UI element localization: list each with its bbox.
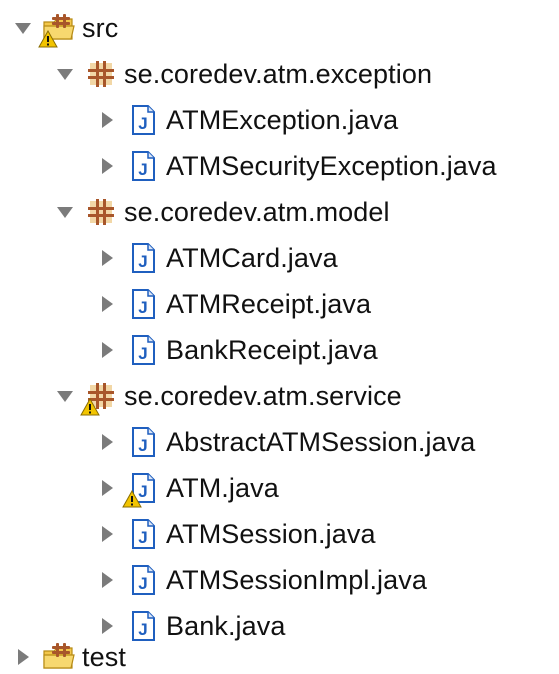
svg-text:J: J xyxy=(138,528,147,547)
svg-text:J: J xyxy=(138,114,147,133)
tree-node-label: AbstractATMSession.java xyxy=(166,427,476,457)
java-file-icon: J xyxy=(126,425,160,459)
tree-node-src[interactable]: src xyxy=(0,5,118,51)
tree-node-file[interactable]: J AbstractATMSession.java xyxy=(0,419,475,465)
svg-text:J: J xyxy=(138,574,147,593)
java-file-icon: J xyxy=(126,287,160,321)
tree-node-label: src xyxy=(82,13,119,43)
tree-node-label: ATMSessionImpl.java xyxy=(166,565,427,595)
package-explorer-tree: src se.coredev.atm.exception J ATMExcept… xyxy=(0,0,559,674)
java-file-icon: J xyxy=(126,149,160,183)
tree-node-file[interactable]: J ATMSession.java xyxy=(0,511,376,557)
expand-arrow-icon[interactable] xyxy=(54,63,76,85)
tree-node-label: ATMException.java xyxy=(166,105,399,135)
java-file-icon: J xyxy=(126,103,160,137)
tree-node-file[interactable]: J ATMException.java xyxy=(0,97,398,143)
collapse-arrow-icon[interactable] xyxy=(96,155,118,177)
collapse-arrow-icon[interactable] xyxy=(96,431,118,453)
svg-text:J: J xyxy=(138,620,147,639)
tree-node-label: se.coredev.atm.model xyxy=(124,197,390,227)
tree-node-package-exception[interactable]: se.coredev.atm.exception xyxy=(0,51,432,97)
collapse-arrow-icon[interactable] xyxy=(96,109,118,131)
tree-node-file[interactable]: J ATM.java xyxy=(0,465,279,511)
java-file-icon: J xyxy=(126,333,160,367)
tree-node-label: se.coredev.atm.service xyxy=(124,381,402,411)
tree-node-label: ATMCard.java xyxy=(166,243,338,273)
svg-text:J: J xyxy=(138,344,147,363)
java-file-icon: J xyxy=(126,563,160,597)
expand-arrow-icon[interactable] xyxy=(54,201,76,223)
svg-text:J: J xyxy=(138,160,147,179)
tree-node-file[interactable]: J ATMSecurityException.java xyxy=(0,143,497,189)
source-folder-icon xyxy=(42,640,76,674)
tree-node-label: test xyxy=(82,642,126,672)
warning-icon xyxy=(80,398,100,416)
tree-node-file[interactable]: J ATMSessionImpl.java xyxy=(0,557,427,603)
warning-icon xyxy=(122,490,142,508)
svg-text:J: J xyxy=(138,252,147,271)
tree-node-label: ATMSession.java xyxy=(166,519,376,549)
java-file-icon: J xyxy=(126,609,160,643)
collapse-arrow-icon[interactable] xyxy=(96,615,118,637)
java-file-icon: J xyxy=(122,471,160,508)
warning-icon xyxy=(38,30,58,48)
collapse-arrow-icon[interactable] xyxy=(96,477,118,499)
tree-node-label: Bank.java xyxy=(166,611,286,641)
package-icon xyxy=(84,57,118,91)
tree-node-label: se.coredev.atm.exception xyxy=(124,59,433,89)
java-file-icon: J xyxy=(126,241,160,275)
java-file-icon: J xyxy=(126,517,160,551)
collapse-arrow-icon[interactable] xyxy=(96,293,118,315)
tree-node-file[interactable]: J ATMReceipt.java xyxy=(0,281,371,327)
tree-node-test[interactable]: test xyxy=(0,640,126,674)
svg-text:J: J xyxy=(138,436,147,455)
tree-node-label: ATMSecurityException.java xyxy=(166,151,497,181)
expand-arrow-icon[interactable] xyxy=(54,385,76,407)
tree-node-package-service[interactable]: se.coredev.atm.service xyxy=(0,373,402,419)
tree-node-file[interactable]: J BankReceipt.java xyxy=(0,327,378,373)
svg-text:J: J xyxy=(138,298,147,317)
tree-node-package-model[interactable]: se.coredev.atm.model xyxy=(0,189,390,235)
tree-node-file[interactable]: J ATMCard.java xyxy=(0,235,338,281)
source-folder-icon xyxy=(38,11,76,48)
package-icon xyxy=(84,195,118,229)
package-icon xyxy=(80,379,118,416)
expand-arrow-icon[interactable] xyxy=(12,17,34,39)
collapse-arrow-icon[interactable] xyxy=(96,247,118,269)
tree-node-label: BankReceipt.java xyxy=(166,335,378,365)
tree-node-label: ATMReceipt.java xyxy=(166,289,372,319)
tree-node-label: ATM.java xyxy=(166,473,279,503)
collapse-arrow-icon[interactable] xyxy=(12,646,34,668)
collapse-arrow-icon[interactable] xyxy=(96,569,118,591)
collapse-arrow-icon[interactable] xyxy=(96,523,118,545)
collapse-arrow-icon[interactable] xyxy=(96,339,118,361)
